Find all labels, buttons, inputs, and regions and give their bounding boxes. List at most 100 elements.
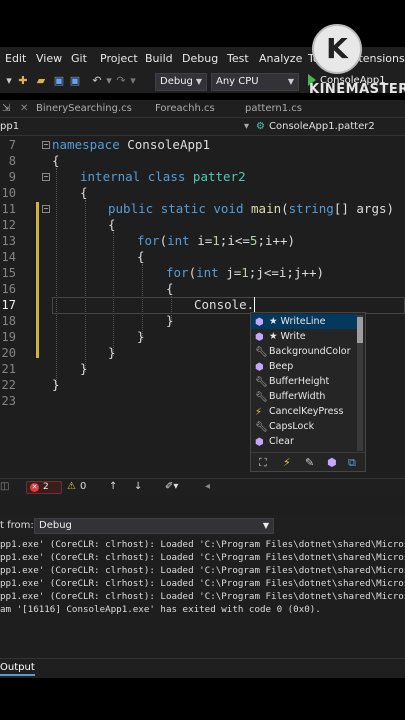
output-source-select[interactable]: Debug ▼ [34, 518, 274, 534]
tab-pattern1[interactable]: pattern1.cs [245, 103, 302, 114]
line-number-current: 17 [1, 298, 16, 312]
tab-foreachh[interactable]: Foreachh.cs [155, 103, 215, 114]
completion-item-bufferwidth[interactable]: 🔧︎ BufferWidth [251, 389, 357, 404]
menu-git[interactable]: Git [71, 52, 87, 65]
code-line-18: } [166, 313, 174, 328]
completion-item-clear[interactable]: ⬢ Clear [251, 434, 357, 449]
code-text: ;i++) [257, 233, 296, 248]
menu-view[interactable]: View [36, 52, 62, 65]
close-icon[interactable]: ✕ [20, 103, 28, 114]
completion-item-beep[interactable]: ⬢ Beep [251, 359, 357, 374]
redo-dropdown-icon[interactable]: ▾ [126, 74, 140, 88]
indent-guide [56, 168, 57, 388]
save-icon[interactable]: ▣ [52, 74, 66, 88]
code-line-12: { [108, 217, 116, 232]
output-line: pp1.exe' (CoreCLR: clrhost): Loaded 'C:\… [0, 591, 405, 602]
method-cube-icon: ⬢ [255, 362, 264, 373]
class-name: patter2 [192, 169, 246, 184]
code-text: ;i<= [219, 233, 250, 248]
intellisense-completion-list[interactable]: ⬢ ★ WriteLine ⬢ ★ Write 🔧︎ BackgroundColor … [250, 312, 366, 472]
brace: { [108, 217, 116, 232]
menu-build[interactable]: Build [145, 52, 173, 65]
arrow-down-icon[interactable]: ↓ [134, 481, 142, 492]
warning-count: 0 [80, 481, 87, 492]
editor-status-strip: ◫ ✕ 2 ⚠ 0 ↑ ↓ ✐▾ ◂ [0, 478, 405, 495]
completion-label: CancelKeyPress [269, 406, 344, 417]
menu-debug[interactable]: Debug [182, 52, 218, 65]
completion-scroll-thumb[interactable] [357, 317, 363, 343]
keyword: internal [80, 169, 141, 184]
navigation-bar: pp1 ▾ ⚙ ConsoleApp1.patter2 [0, 118, 405, 136]
document-tab-bar: ⇲ ✕ BinerySearching.cs Foreachh.cs patte… [0, 100, 405, 118]
arrow-up-icon[interactable]: ↑ [109, 481, 117, 492]
keyword: string [288, 201, 334, 216]
code-line-7: namespace ConsoleApp1 [52, 137, 210, 152]
warning-icon[interactable]: ⚠ [67, 481, 76, 492]
completion-item-writeline[interactable]: ⬢ ★ WriteLine [251, 314, 357, 329]
line-number: 22 [1, 378, 16, 392]
menu-test[interactable]: Test [227, 52, 249, 65]
code-line-13: for(int i=1;i<=5;i++) [137, 233, 295, 248]
new-project-icon[interactable]: ✚ [16, 74, 30, 88]
method-cube-icon: ⬢ [255, 437, 264, 448]
chevron-down-icon[interactable]: ▾ [244, 121, 249, 132]
menu-edit[interactable]: Edit [5, 52, 26, 65]
error-count-badge[interactable]: ✕ 2 [26, 481, 62, 494]
collapse-icon[interactable]: − [42, 205, 50, 213]
completion-item-bufferheight[interactable]: 🔧︎ BufferHeight [251, 374, 357, 389]
tab-pin-icon[interactable]: ⇲ [2, 103, 10, 114]
keyword: namespace [52, 137, 120, 152]
line-number: 21 [1, 362, 16, 376]
method-cube-icon: ⬢ [255, 317, 264, 328]
output-line: pp1.exe' (CoreCLR: clrhost): Loaded 'C:\… [0, 552, 405, 563]
solution-configuration-select[interactable]: Debug ▼ [155, 73, 207, 91]
brace: { [137, 249, 145, 264]
indent-guide [85, 200, 86, 372]
punctuation: ( [281, 201, 289, 216]
brace: } [166, 313, 174, 328]
method-filter-icon[interactable]: ⬢ [327, 456, 337, 469]
property-wrench-icon: 🔧︎ [255, 347, 268, 358]
event-filter-icon[interactable]: ⚡︎ [283, 456, 291, 469]
code-line-11: public static void main(string[] args) [108, 201, 394, 216]
property-filter-icon[interactable]: ✎ [305, 456, 314, 469]
line-number: 14 [1, 250, 16, 264]
collapse-icon[interactable]: − [42, 141, 50, 149]
nav-dropdown-icon[interactable]: ▾ [2, 74, 16, 88]
brush-icon[interactable]: ✐▾ [165, 481, 178, 492]
completion-label: CapsLock [269, 421, 315, 432]
scroll-left-icon[interactable]: ◂ [205, 481, 210, 492]
tab-output[interactable]: Output [0, 662, 35, 676]
completion-label: Beep [269, 361, 294, 372]
collapse-icon[interactable]: − [42, 173, 50, 181]
line-number: 9 [8, 170, 16, 184]
line-number: 15 [1, 266, 16, 280]
punctuation: ( [188, 265, 197, 280]
zoom-icon[interactable]: ◫ [0, 481, 9, 492]
code-text: ;j<=i;j++) [248, 265, 325, 280]
project-dropdown[interactable]: pp1 [0, 121, 19, 132]
menu-project[interactable]: Project [100, 52, 138, 65]
tab-binerysearching[interactable]: BinerySearching.cs [36, 103, 132, 114]
completion-item-backgroundcolor[interactable]: 🔧︎ BackgroundColor [251, 344, 357, 359]
completion-item-write[interactable]: ⬢ ★ Write [251, 329, 357, 344]
solution-platform-value: Any CPU [216, 76, 259, 87]
line-number: 7 [8, 138, 16, 152]
code-line-9: internal class patter2 [80, 169, 246, 184]
expand-filter-icon[interactable]: ⛶ [259, 456, 267, 470]
line-number: 23 [1, 394, 16, 408]
save-all-icon[interactable]: ▣ [68, 74, 82, 88]
kinemaster-watermark-text: KINEMASTER [309, 82, 405, 97]
type-dropdown[interactable]: ConsoleApp1.patter2 [269, 121, 375, 132]
keyword: for [137, 233, 160, 248]
solution-platform-select[interactable]: Any CPU ▼ [211, 73, 299, 91]
property-wrench-icon: 🔧︎ [255, 392, 268, 403]
class-icon: ⚙ [256, 121, 265, 132]
menu-analyze[interactable]: Analyze [259, 52, 302, 65]
keyword: static [160, 201, 206, 216]
completion-item-capslock[interactable]: 🔧︎ CapsLock [251, 419, 357, 434]
open-folder-icon[interactable]: ▰ [34, 74, 48, 88]
class-filter-icon[interactable]: ⧉ [348, 456, 356, 470]
namespace-name: ConsoleApp1 [119, 137, 211, 152]
completion-item-cancelkeypress[interactable]: ⚡︎ CancelKeyPress [251, 404, 357, 419]
